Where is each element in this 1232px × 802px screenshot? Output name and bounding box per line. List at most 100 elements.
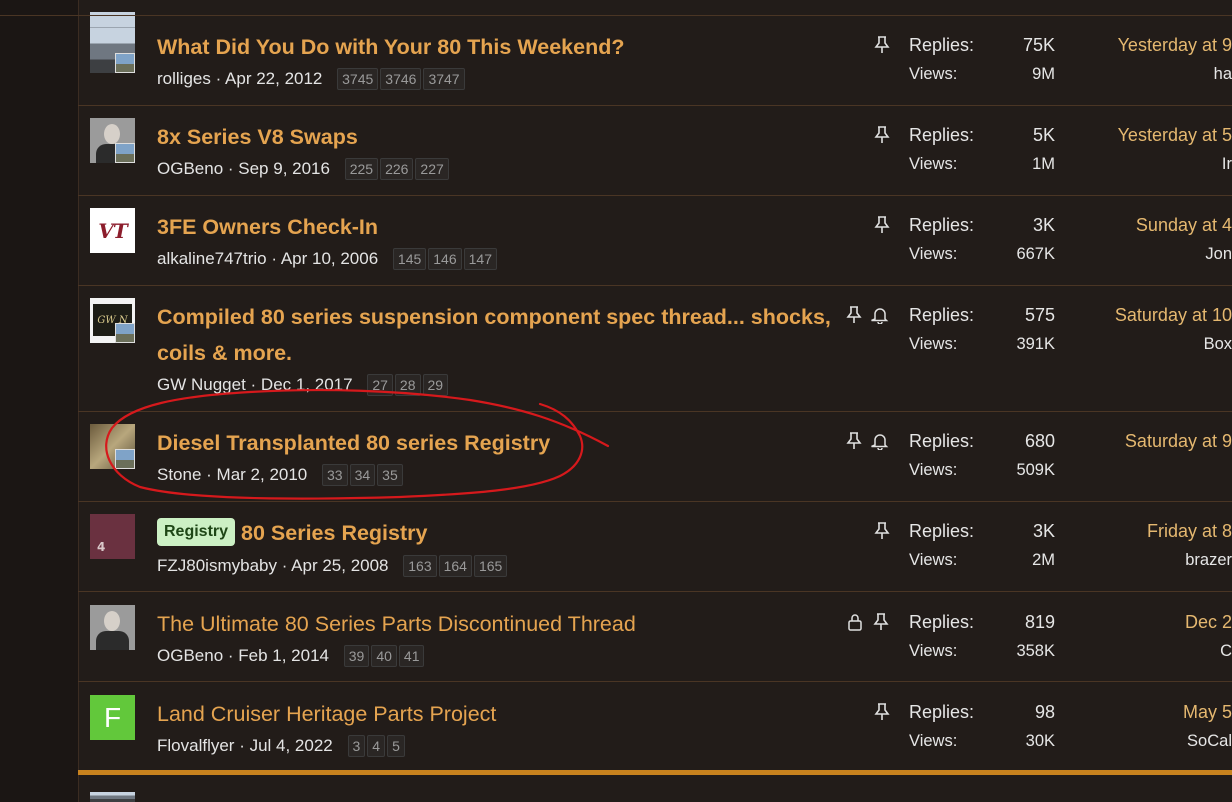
page-link[interactable]: 34 — [349, 464, 376, 486]
last-post-time[interactable]: May 5 — [1078, 702, 1232, 723]
pin-icon — [874, 36, 890, 53]
replies-count: 575 — [1024, 305, 1055, 325]
page-link[interactable]: 147 — [463, 248, 497, 270]
thread-author[interactable]: Stone — [157, 465, 201, 484]
thread-meta: FZJ80ismybaby · Apr 25, 2008 163 164 165 — [157, 555, 509, 577]
last-post-time[interactable]: Yesterday at 5 — [1078, 125, 1232, 146]
pin-icon — [874, 126, 890, 143]
last-post-time[interactable]: Saturday at 9 — [1078, 431, 1232, 452]
page-link[interactable]: 28 — [394, 374, 421, 396]
thread-title[interactable]: The Ultimate 80 Series Parts Discontinue… — [157, 606, 847, 642]
author-avatar[interactable]: F — [90, 695, 135, 740]
page-link[interactable]: 39 — [343, 645, 370, 667]
thread-meta: OGBeno · Sep 9, 2016 225 226 227 — [157, 158, 451, 180]
thread-author[interactable]: OGBeno — [157, 159, 223, 178]
last-post-user[interactable]: SoCal — [1078, 732, 1232, 751]
thread-title[interactable]: 3FE Owners Check-In — [157, 209, 847, 245]
page-link[interactable]: 33 — [322, 464, 348, 486]
thread-title[interactable]: What Did You Do with Your 80 This Weeken… — [157, 29, 847, 65]
last-post-user[interactable]: C — [1078, 642, 1232, 661]
thread-date[interactable]: Apr 22, 2012 — [225, 69, 322, 88]
page-link[interactable]: 226 — [380, 158, 414, 180]
page-link[interactable]: 3745 — [337, 68, 379, 90]
page-link[interactable]: 163 — [403, 555, 437, 577]
thread-title[interactable]: Land Cruiser Heritage Parts Project — [157, 696, 847, 732]
author-avatar[interactable] — [90, 118, 135, 163]
last-post-time[interactable]: Yesterday at 9 — [1078, 35, 1232, 56]
replies-label: Replies: — [909, 431, 975, 451]
author-avatar[interactable] — [90, 424, 135, 469]
row-divider — [78, 105, 1232, 106]
author-avatar[interactable] — [90, 605, 135, 650]
author-avatar[interactable] — [90, 28, 135, 73]
page-link[interactable]: 146 — [428, 248, 462, 270]
thread-prefix-badge[interactable]: Registry — [157, 518, 236, 547]
page-link[interactable]: 27 — [367, 374, 393, 396]
last-post-user[interactable]: Jon — [1078, 245, 1232, 264]
thread-author[interactable]: FZJ80ismybaby — [157, 556, 277, 575]
last-post-time[interactable]: Saturday at 10 — [1078, 305, 1232, 326]
page-jump: 33 34 35 — [322, 464, 405, 486]
thread-author[interactable]: OGBeno — [157, 646, 223, 665]
thread-date[interactable]: Dec 1, 2017 — [261, 375, 353, 394]
avatar-text: 4 — [97, 540, 106, 554]
page-link[interactable]: 3 — [347, 735, 366, 757]
page-link[interactable]: 29 — [422, 374, 449, 396]
pin-icon — [874, 703, 890, 720]
views-label: Views: — [909, 245, 958, 263]
page-link[interactable]: 145 — [392, 248, 427, 270]
section-divider-bar — [78, 770, 1232, 775]
thread-title[interactable]: 80 Series Registry — [241, 521, 427, 545]
thread-date[interactable]: Feb 1, 2014 — [238, 646, 329, 665]
secondary-avatar — [115, 143, 135, 163]
thread-status-icons — [842, 612, 890, 632]
replies-count: 3K — [1032, 215, 1055, 235]
row-divider — [78, 195, 1232, 196]
page-link[interactable]: 225 — [344, 158, 379, 180]
page-link[interactable]: 165 — [473, 555, 508, 577]
thread-status-icons — [870, 35, 890, 55]
page-link[interactable]: 3746 — [380, 68, 422, 90]
thread-status-icons — [842, 431, 889, 451]
author-avatar[interactable]: VT — [90, 208, 135, 253]
views-label: Views: — [909, 732, 958, 750]
thread-author[interactable]: rolliges — [157, 69, 211, 88]
page-link[interactable]: 3747 — [423, 68, 465, 90]
thread-author[interactable]: alkaline747trio — [157, 249, 267, 268]
thread-date[interactable]: Mar 2, 2010 — [217, 465, 308, 484]
last-post-user[interactable]: ha — [1078, 65, 1232, 84]
thread-title[interactable]: Compiled 80 series suspension component … — [157, 299, 842, 371]
thread-date[interactable]: Sep 9, 2016 — [238, 159, 330, 178]
thread-date[interactable]: Jul 4, 2022 — [250, 736, 333, 755]
page-link[interactable]: 4 — [367, 735, 386, 757]
last-post-time[interactable]: Friday at 8 — [1078, 521, 1232, 542]
author-avatar[interactable]: GW N — [90, 298, 135, 343]
last-post-time[interactable]: Sunday at 4 — [1078, 215, 1232, 236]
page-link[interactable]: 40 — [371, 645, 397, 667]
page-link[interactable]: 41 — [398, 645, 425, 667]
thread-author[interactable]: GW Nugget — [157, 375, 246, 394]
views-label: Views: — [909, 65, 958, 83]
page-link[interactable]: 164 — [438, 555, 472, 577]
replies-count: 75K — [1022, 35, 1055, 55]
page-link[interactable]: 5 — [387, 735, 405, 757]
thread-date[interactable]: Apr 10, 2006 — [281, 249, 378, 268]
thread-author[interactable]: Flovalflyer — [157, 736, 234, 755]
last-post-user[interactable]: Ir — [1078, 155, 1232, 174]
page-link[interactable]: 227 — [415, 158, 449, 180]
last-post-user[interactable]: Box — [1078, 335, 1232, 354]
thread-date[interactable]: Apr 25, 2008 — [291, 556, 388, 575]
last-post-user[interactable]: brazer — [1078, 551, 1232, 570]
thread-title[interactable]: Diesel Transplanted 80 series Registry — [157, 425, 847, 461]
views-label: Views: — [909, 155, 958, 173]
secondary-avatar — [115, 53, 135, 73]
author-avatar[interactable]: 4 — [90, 514, 135, 559]
bell-icon — [871, 308, 889, 324]
replies-label: Replies: — [909, 35, 975, 55]
author-avatar[interactable] — [90, 792, 135, 802]
thread-status-icons — [870, 702, 890, 722]
replies-count: 3K — [1032, 521, 1055, 541]
page-link[interactable]: 35 — [377, 464, 403, 486]
thread-title[interactable]: 8x Series V8 Swaps — [157, 119, 847, 155]
last-post-time[interactable]: Dec 2 — [1078, 612, 1232, 633]
